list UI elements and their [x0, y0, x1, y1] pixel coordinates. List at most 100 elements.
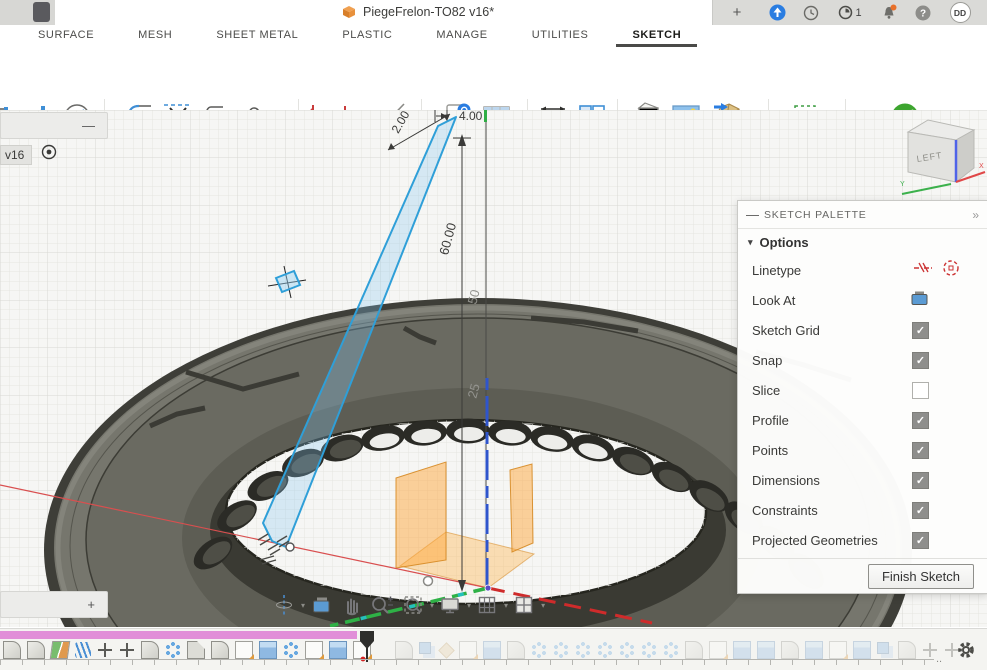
browser-collapse-bar[interactable]: —: [0, 112, 108, 139]
timeline-feature-move[interactable]: [97, 642, 113, 658]
construction-linetype-icon[interactable]: [941, 259, 961, 282]
timeline-feature-extrude[interactable]: [483, 641, 501, 659]
timeline-feature-pattern[interactable]: [531, 642, 547, 658]
look-at-icon[interactable]: [307, 594, 335, 616]
sketch-grid-checkbox[interactable]: ✓: [912, 322, 929, 339]
slice-checkbox[interactable]: [912, 382, 929, 399]
timeline-feature-pattern[interactable]: [575, 642, 591, 658]
projected-geometries-checkbox[interactable]: ✓: [912, 532, 929, 549]
orbit-icon[interactable]: [270, 594, 298, 616]
timeline-feature-fillet[interactable]: [3, 641, 21, 659]
tab-utilities[interactable]: UTILITIES: [510, 29, 611, 47]
new-tab-button[interactable]: +: [725, 0, 749, 25]
viewports-dropdown-caret[interactable]: ▾: [541, 601, 545, 610]
timeline-feature-chamfer[interactable]: [187, 641, 205, 659]
timeline-feature-pattern[interactable]: [597, 642, 613, 658]
axis-handle[interactable]: [424, 577, 433, 586]
timeline-feature-sketch[interactable]: [459, 641, 477, 659]
help-icon[interactable]: ?: [911, 0, 935, 25]
timeline-feature-sketch[interactable]: [709, 641, 727, 659]
viewport-canvas[interactable]: 60.00 50 25 2.00 4.00: [0, 110, 987, 627]
timeline-feature-fillet[interactable]: [27, 641, 45, 659]
constraints-checkbox[interactable]: ✓: [912, 502, 929, 519]
dimensions-checkbox[interactable]: ✓: [912, 472, 929, 489]
timeline-feature-fillet[interactable]: [507, 641, 525, 659]
job-status[interactable]: 1: [831, 0, 869, 25]
extensions-icon[interactable]: [765, 0, 789, 25]
timeline-feature-pattern[interactable]: [553, 642, 569, 658]
display-settings-icon[interactable]: [436, 594, 464, 616]
document-tab[interactable]: PiegeFrelon-TO82 v16* ×: [55, 0, 712, 25]
orbit-dropdown-caret[interactable]: ▾: [301, 601, 305, 610]
timeline-settings-gear-icon[interactable]: [956, 640, 976, 660]
tab-sketch[interactable]: SKETCH: [610, 29, 703, 47]
palette-header[interactable]: — SKETCH PALETTE »: [738, 201, 987, 229]
zoom-icon[interactable]: [367, 594, 397, 616]
document-title: PiegeFrelon-TO82 v16*: [363, 0, 494, 25]
centerline-linetype-icon[interactable]: [913, 259, 933, 282]
timeline-feature-extrude[interactable]: [329, 641, 347, 659]
visibility-radio-icon[interactable]: [41, 144, 57, 165]
fit-dropdown-caret[interactable]: ▾: [430, 601, 434, 610]
timeline-feature-extrude[interactable]: [757, 641, 775, 659]
timeline-feature-pattern[interactable]: [619, 642, 635, 658]
timeline-feature-mirror[interactable]: [50, 641, 71, 659]
look-at-icon[interactable]: [910, 290, 929, 311]
points-checkbox[interactable]: ✓: [912, 442, 929, 459]
timeline-feature-pattern[interactable]: [165, 642, 181, 658]
notifications-bell-icon[interactable]: [877, 0, 901, 25]
timeline-feature-pattern[interactable]: [283, 642, 299, 658]
timeline-feature-fillet[interactable]: [211, 641, 229, 659]
palette-row-label: Snap: [752, 353, 912, 368]
grid-settings-icon[interactable]: [473, 594, 501, 616]
display-settings-dropdown-caret[interactable]: ▾: [467, 601, 471, 610]
avatar[interactable]: DD: [945, 0, 975, 25]
origin-point[interactable]: [485, 585, 491, 591]
timeline-feature-move[interactable]: [119, 642, 135, 658]
browser-expand-bar[interactable]: +: [0, 591, 108, 618]
section-collapse-icon[interactable]: ▾: [748, 237, 753, 248]
profile-checkbox[interactable]: ✓: [912, 412, 929, 429]
collapse-icon[interactable]: —: [82, 118, 95, 133]
snap-checkbox[interactable]: ✓: [912, 352, 929, 369]
tab-plastic[interactable]: PLASTIC: [320, 29, 414, 47]
browser-doc-node[interactable]: v16: [0, 143, 57, 166]
timeline-feature-fillet[interactable]: [395, 641, 413, 659]
app-menu[interactable]: [0, 0, 55, 25]
timeline-feature-coil[interactable]: [75, 642, 91, 658]
finish-sketch-button[interactable]: Finish Sketch: [868, 564, 974, 589]
timeline-feature-pattern[interactable]: [663, 642, 679, 658]
expand-icon[interactable]: +: [87, 597, 95, 612]
tab-mesh[interactable]: MESH: [116, 29, 194, 47]
timeline-feature-primitive[interactable]: [438, 642, 455, 659]
pan-icon[interactable]: [337, 594, 365, 616]
timeline-ruler[interactable]: [0, 659, 934, 665]
timeline-feature-pattern[interactable]: [641, 642, 657, 658]
tab-manage[interactable]: MANAGE: [414, 29, 509, 47]
timeline-feature-extrude[interactable]: [733, 641, 751, 659]
timeline-feature-extrude[interactable]: [805, 641, 823, 659]
tab-surface[interactable]: SURFACE: [16, 29, 116, 47]
timeline-group-highlight[interactable]: [0, 631, 357, 639]
timeline-feature-fillet[interactable]: [685, 641, 703, 659]
timeline-feature-fillet[interactable]: [898, 641, 916, 659]
history-icon[interactable]: [799, 0, 823, 25]
timeline-feature-extrude[interactable]: [259, 641, 277, 659]
timeline-feature-fillet[interactable]: [781, 641, 799, 659]
palette-title: SKETCH PALETTE: [764, 209, 972, 221]
viewports-icon[interactable]: [510, 594, 538, 616]
timeline-feature-fillet[interactable]: [141, 641, 159, 659]
timeline-feature-combine[interactable]: [877, 642, 889, 654]
dimension-edit-caret: [484, 110, 487, 122]
palette-expand-icon[interactable]: »: [972, 208, 979, 222]
timeline-feature-sketch[interactable]: [305, 641, 323, 659]
grid-settings-dropdown-caret[interactable]: ▾: [504, 601, 508, 610]
fit-icon[interactable]: [399, 594, 427, 616]
timeline-feature-combine[interactable]: [419, 642, 431, 654]
timeline-feature-sketch[interactable]: [235, 641, 253, 659]
timeline-feature-extrude[interactable]: [853, 641, 871, 659]
tab-sheet-metal[interactable]: SHEET METAL: [194, 29, 320, 47]
palette-minimize-icon[interactable]: —: [746, 207, 764, 222]
timeline-feature-sketch[interactable]: [829, 641, 847, 659]
palette-options-section[interactable]: ▾ Options: [738, 229, 987, 255]
